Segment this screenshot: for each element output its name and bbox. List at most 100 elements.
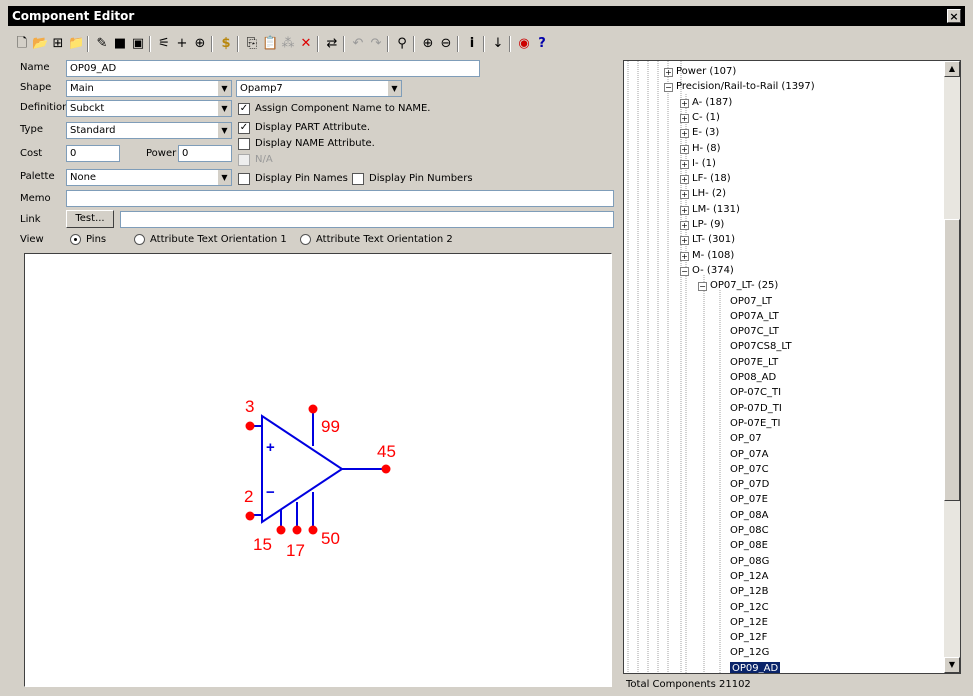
tree-folder-node[interactable]: A- (187) <box>692 96 732 110</box>
display-pin-names-checkbox[interactable]: Display Pin Names <box>238 172 348 186</box>
scroll-up-button[interactable]: ▲ <box>944 61 960 77</box>
info-icon[interactable]: i <box>464 36 480 52</box>
tree-folder-node[interactable]: C- (1) <box>692 111 720 125</box>
tree-leaf-node[interactable]: OP09_AD <box>730 661 781 673</box>
tree-expand-toggle[interactable]: − <box>664 83 673 93</box>
chevron-down-icon[interactable]: ▼ <box>387 81 401 96</box>
view-pins-radio[interactable]: Pins <box>70 233 106 247</box>
tree-leaf-node[interactable]: OP_07E <box>730 493 768 507</box>
redo-icon[interactable]: ↷ <box>368 36 384 52</box>
symbol-canvas[interactable]: 3 99 45 2 15 17 50 + − <box>24 253 612 687</box>
vertical-scrollbar[interactable]: ▲ ▼ <box>944 61 960 673</box>
checkbox-box[interactable] <box>238 138 250 150</box>
tree-leaf-node[interactable]: OP_07A <box>730 448 768 462</box>
tree-folder-node[interactable]: I- (1) <box>692 157 716 171</box>
dollar-icon[interactable]: $ <box>218 36 234 52</box>
tree-leaf-node[interactable]: OP_12G <box>730 646 769 660</box>
save-as-icon[interactable]: ▣ <box>130 36 146 52</box>
checkbox-box[interactable]: ✓ <box>238 122 250 134</box>
tree-leaf-node[interactable]: OP07_LT <box>730 295 772 309</box>
tree-expand-toggle[interactable]: + <box>680 129 689 139</box>
save-icon[interactable]: ■ <box>112 36 128 52</box>
component-tree[interactable]: + Power (107) − Precision/Rail-to-Rail (139… <box>623 60 961 674</box>
tree-leaf-node[interactable]: OP_12C <box>730 601 769 615</box>
display-part-checkbox[interactable]: ✓ Display PART Attribute. <box>238 121 370 135</box>
display-pin-numbers-checkbox[interactable]: Display Pin Numbers <box>352 172 473 186</box>
tree-leaf-node[interactable]: OP07A_LT <box>730 310 779 324</box>
tree-leaf-node[interactable]: OP_08G <box>730 555 769 569</box>
stop-icon[interactable]: ◉ <box>516 36 532 52</box>
tree-leaf-node[interactable]: OP_08A <box>730 509 768 523</box>
tree-leaf-node[interactable]: OP_12E <box>730 616 768 630</box>
name-field[interactable]: OP09_AD <box>66 60 480 77</box>
tree-leaf-node[interactable]: OP08_AD <box>730 371 776 385</box>
tree-expand-toggle[interactable]: + <box>680 175 689 185</box>
new-icon[interactable]: 🗋 <box>14 36 30 52</box>
zoom-in-icon[interactable]: ⊕ <box>420 36 436 52</box>
tree-folder-node[interactable]: LH- (2) <box>692 187 726 201</box>
checkbox-box[interactable] <box>352 173 364 185</box>
checkbox-box[interactable]: ✓ <box>238 103 250 115</box>
link-field[interactable] <box>120 211 614 228</box>
duplicate-icon[interactable]: ⁂ <box>280 36 296 52</box>
display-name-checkbox[interactable]: Display NAME Attribute. <box>238 137 375 151</box>
tree-folder-node[interactable]: OP07_LT- (25) <box>710 279 778 293</box>
find-icon[interactable]: ⚲ <box>394 36 410 52</box>
copy-icon[interactable]: ⎘ <box>244 36 260 52</box>
tree-leaf-node[interactable]: OP_07 <box>730 432 762 446</box>
help-icon[interactable]: ? <box>534 36 550 52</box>
power-field[interactable]: 0 <box>178 145 232 162</box>
cost-field[interactable]: 0 <box>66 145 120 162</box>
assign-name-checkbox[interactable]: ✓ Assign Component Name to NAME. <box>238 102 430 116</box>
chevron-down-icon[interactable]: ▼ <box>217 123 231 138</box>
tree-folder-node[interactable]: H- (8) <box>692 142 720 156</box>
folder-icon[interactable]: 📁 <box>68 36 84 52</box>
tree-expand-toggle[interactable]: + <box>680 98 689 108</box>
shape-select[interactable]: Main ▼ <box>66 80 232 97</box>
tree-folder-node[interactable]: O- (374) <box>692 264 734 278</box>
scroll-down-button[interactable]: ▼ <box>944 657 960 673</box>
tree-leaf-node[interactable]: OP-07C_TI <box>730 386 781 400</box>
wand-icon[interactable]: ✎ <box>94 36 110 52</box>
type-select[interactable]: Standard ▼ <box>66 122 232 139</box>
tree-leaf-node[interactable]: OP07C_LT <box>730 325 779 339</box>
pin-tool-icon[interactable]: ⚟ <box>156 36 172 52</box>
delete-icon[interactable]: ✕ <box>298 36 314 52</box>
tree-leaf-node[interactable]: OP_12F <box>730 631 767 645</box>
tree-expand-toggle[interactable]: + <box>680 205 689 215</box>
tree-expand-toggle[interactable]: + <box>680 251 689 261</box>
tree-leaf-node[interactable]: OP_08C <box>730 524 769 538</box>
tree-folder-node[interactable]: M- (108) <box>692 249 734 263</box>
chevron-down-icon[interactable]: ▼ <box>217 81 231 96</box>
open-icon[interactable]: 📂 <box>32 36 48 52</box>
view-orientation-1-radio[interactable]: Attribute Text Orientation 1 <box>134 233 287 247</box>
tree-leaf-node[interactable]: OP_08E <box>730 539 768 553</box>
tree-expand-toggle[interactable]: + <box>680 190 689 200</box>
definition-select[interactable]: Subckt ▼ <box>66 100 232 117</box>
radio-dot[interactable] <box>134 234 145 245</box>
tree-folder-node[interactable]: Precision/Rail-to-Rail (1397) <box>676 80 815 94</box>
sort-icon[interactable]: ↓ <box>490 36 506 52</box>
test-button[interactable]: Test... <box>66 210 114 228</box>
chevron-down-icon[interactable]: ▼ <box>217 101 231 116</box>
add-pin-icon[interactable]: + <box>174 36 190 52</box>
tree-folder-node[interactable]: LF- (18) <box>692 172 731 186</box>
tree-folder-node[interactable]: Power (107) <box>676 65 736 79</box>
tree-icon[interactable]: ⊞ <box>50 36 66 52</box>
tree-folder-node[interactable]: LP- (9) <box>692 218 724 232</box>
pin-grid-icon[interactable]: ⊕ <box>192 36 208 52</box>
tree-folder-node[interactable]: E- (3) <box>692 126 719 140</box>
scroll-thumb[interactable] <box>944 219 960 501</box>
tree-leaf-node[interactable]: OP07CS8_LT <box>730 340 792 354</box>
view-orientation-2-radio[interactable]: Attribute Text Orientation 2 <box>300 233 453 247</box>
tree-expand-toggle[interactable]: − <box>680 266 689 276</box>
tree-expand-toggle[interactable]: + <box>680 113 689 123</box>
radio-dot[interactable] <box>70 234 81 245</box>
tree-expand-toggle[interactable]: + <box>680 236 689 246</box>
close-button[interactable]: × <box>947 9 961 23</box>
memo-field[interactable] <box>66 190 614 207</box>
tree-leaf-node[interactable]: OP_12B <box>730 585 769 599</box>
radio-dot[interactable] <box>300 234 311 245</box>
tree-expand-toggle[interactable]: + <box>680 159 689 169</box>
zoom-out-icon[interactable]: ⊖ <box>438 36 454 52</box>
